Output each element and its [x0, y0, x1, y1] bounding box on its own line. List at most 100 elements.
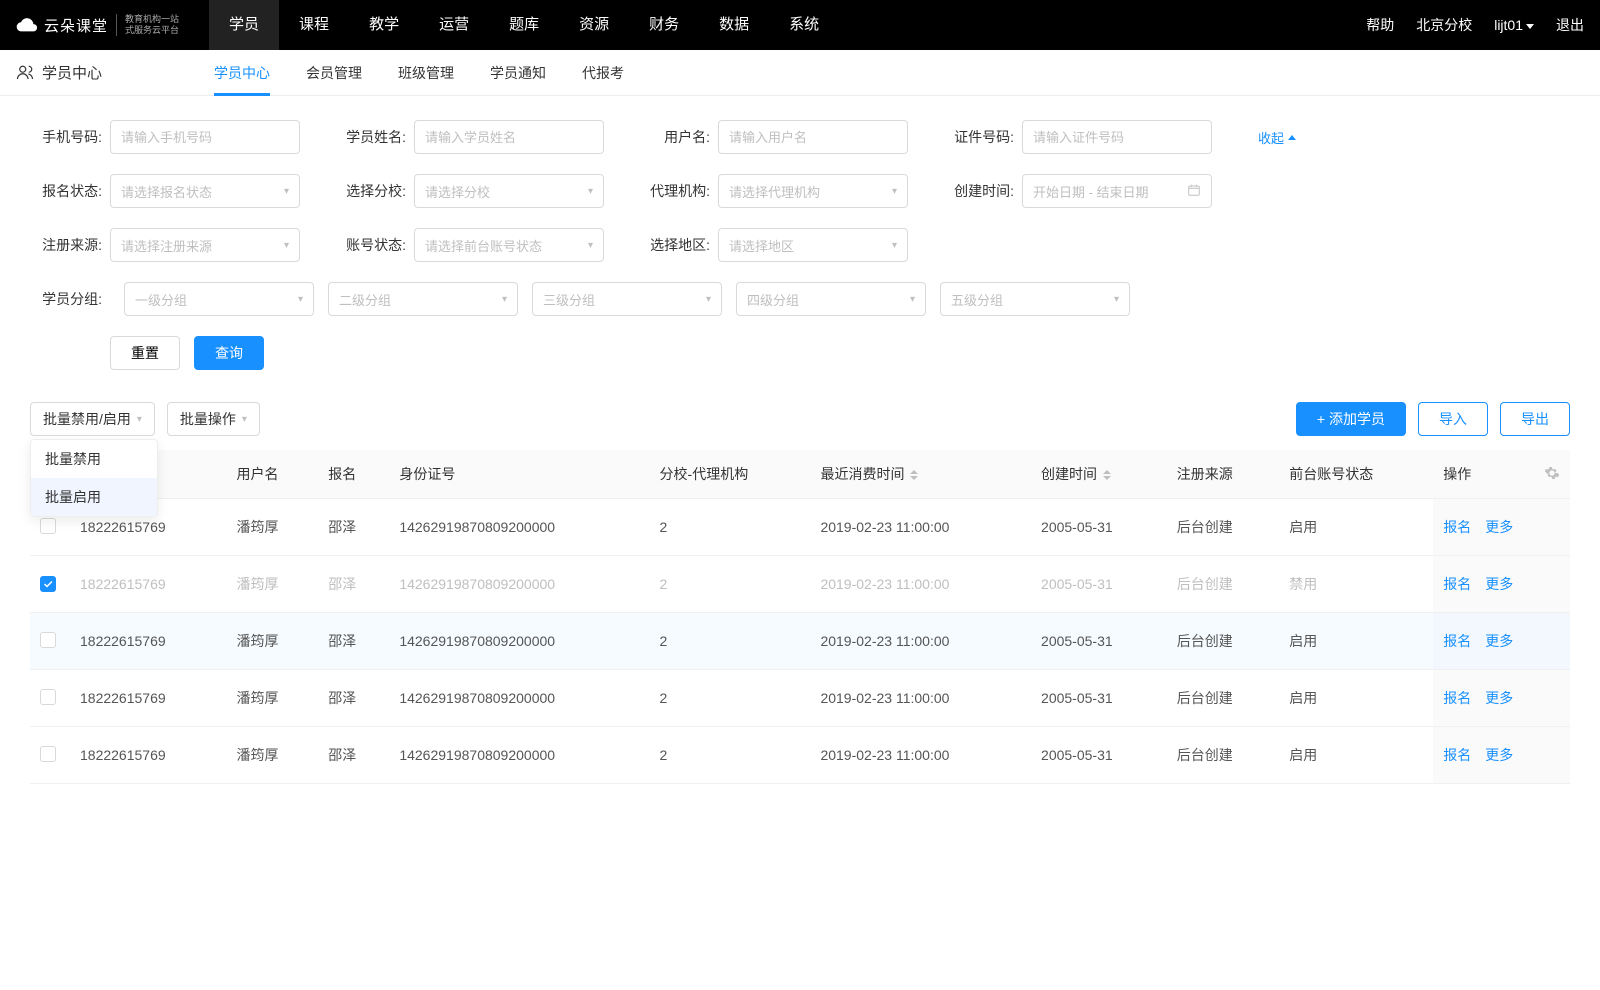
filter-phone: 手机号码:: [30, 120, 300, 154]
cell-reg-source: 后台创建: [1167, 727, 1280, 784]
batch-op-dropdown[interactable]: 批量操作 ▾: [167, 402, 260, 436]
sub-tab-4[interactable]: 代报考: [564, 50, 642, 96]
chevron-down-icon: ▾: [284, 186, 289, 197]
agency-ph: 请选择代理机构: [729, 182, 820, 201]
enroll-status-select[interactable]: 请选择报名状态▾: [110, 174, 300, 208]
filter-create-time: 创建时间: 开始日期 - 结束日期: [942, 174, 1212, 208]
row-enroll-link[interactable]: 报名: [1443, 633, 1471, 649]
calendar-icon: [1187, 183, 1201, 200]
th-settings[interactable]: [1534, 450, 1570, 499]
top-tab-0[interactable]: 学员: [209, 0, 279, 50]
help-link[interactable]: 帮助: [1366, 15, 1394, 35]
group-select-3[interactable]: 三级分组▾: [532, 282, 722, 316]
create-time-label: 创建时间:: [942, 181, 1014, 201]
cell-enroll: 邵泽: [318, 727, 389, 784]
th-create-time[interactable]: 创建时间: [1031, 450, 1167, 499]
username-input-wrap: [718, 120, 908, 154]
row-checkbox[interactable]: [40, 576, 56, 592]
cell-branch: 2: [650, 499, 811, 556]
dropdown-item-1[interactable]: 批量启用: [31, 478, 157, 516]
sub-tab-2[interactable]: 班级管理: [380, 50, 472, 96]
agency-label: 代理机构:: [638, 181, 710, 201]
cell-reg-source: 后台创建: [1167, 670, 1280, 727]
top-tab-6[interactable]: 财务: [629, 0, 699, 50]
group-select-5[interactable]: 五级分组▾: [940, 282, 1130, 316]
region-label: 选择地区:: [638, 235, 710, 255]
batch-toggle-label: 批量禁用/启用: [43, 409, 131, 429]
row-more-link[interactable]: 更多: [1485, 633, 1513, 649]
th-last-consume[interactable]: 最近消费时间: [810, 450, 1031, 499]
account-status-select[interactable]: 请选择前台账号状态▾: [414, 228, 604, 262]
row-checkbox[interactable]: [40, 632, 56, 648]
th-branch: 分校-代理机构: [650, 450, 811, 499]
cell-account-status: 启用: [1279, 613, 1433, 670]
top-tab-5[interactable]: 资源: [559, 0, 629, 50]
create-time-range[interactable]: 开始日期 - 结束日期: [1022, 174, 1212, 208]
reg-source-label: 注册来源:: [30, 235, 102, 255]
sort-icon: [910, 470, 918, 480]
chevron-down-icon: ▾: [892, 186, 897, 197]
row-more-link[interactable]: 更多: [1485, 576, 1513, 592]
reset-button[interactable]: 重置: [110, 336, 180, 370]
filter-idno: 证件号码:: [942, 120, 1212, 154]
filter-username: 用户名:: [638, 120, 908, 154]
row-more-link[interactable]: 更多: [1485, 747, 1513, 763]
chevron-down-icon: ▾: [502, 294, 507, 305]
row-checkbox[interactable]: [40, 689, 56, 705]
phone-input[interactable]: [121, 130, 289, 145]
export-button[interactable]: 导出: [1500, 402, 1570, 436]
logo-text: 云朵课堂: [44, 15, 108, 36]
top-tab-2[interactable]: 教学: [349, 0, 419, 50]
phone-input-wrap: [110, 120, 300, 154]
cell-account-status: 禁用: [1279, 556, 1433, 613]
chevron-down-icon: ▾: [910, 294, 915, 305]
agency-select[interactable]: 请选择代理机构 ▾: [718, 174, 908, 208]
group-select-2[interactable]: 二级分组▾: [328, 282, 518, 316]
top-tab-8[interactable]: 系统: [769, 0, 839, 50]
dropdown-item-0[interactable]: 批量禁用: [31, 440, 157, 478]
row-enroll-link[interactable]: 报名: [1443, 519, 1471, 535]
sub-tab-0[interactable]: 学员中心: [196, 50, 288, 96]
batch-toggle-dropdown[interactable]: 批量禁用/启用 ▾: [30, 402, 155, 436]
idno-input[interactable]: [1033, 130, 1201, 145]
top-tab-1[interactable]: 课程: [279, 0, 349, 50]
create-time-ph: 开始日期 - 结束日期: [1033, 182, 1149, 201]
add-student-button[interactable]: + 添加学员: [1296, 402, 1406, 436]
name-input[interactable]: [425, 130, 593, 145]
sub-nav: 学员中心 学员中心会员管理班级管理学员通知代报考: [0, 50, 1600, 96]
sub-tab-1[interactable]: 会员管理: [288, 50, 380, 96]
cell-create-time: 2005-05-31: [1031, 670, 1167, 727]
region-select[interactable]: 请选择地区▾: [718, 228, 908, 262]
branch-select[interactable]: 请选择分校▾: [414, 174, 604, 208]
group-select-1[interactable]: 一级分组▾: [124, 282, 314, 316]
cell-username: 潘筠厚: [226, 556, 318, 613]
user-menu[interactable]: lijt01: [1494, 17, 1534, 33]
row-more-link[interactable]: 更多: [1485, 690, 1513, 706]
username-input[interactable]: [729, 130, 897, 145]
search-button[interactable]: 查询: [194, 336, 264, 370]
cell-last-consume: 2019-02-23 11:00:00: [810, 556, 1031, 613]
sub-nav-title: 学员中心: [42, 62, 102, 83]
top-tab-3[interactable]: 运营: [419, 0, 489, 50]
th-username: 用户名: [226, 450, 318, 499]
collapse-toggle[interactable]: 收起: [1258, 128, 1296, 147]
row-enroll-link[interactable]: 报名: [1443, 576, 1471, 592]
group-select-4[interactable]: 四级分组▾: [736, 282, 926, 316]
sub-tab-3[interactable]: 学员通知: [472, 50, 564, 96]
cell-op: 报名更多: [1433, 556, 1570, 613]
row-enroll-link[interactable]: 报名: [1443, 690, 1471, 706]
row-checkbox[interactable]: [40, 746, 56, 762]
logout-link[interactable]: 退出: [1556, 15, 1584, 35]
reg-source-select[interactable]: 请选择注册来源▾: [110, 228, 300, 262]
top-tab-7[interactable]: 数据: [699, 0, 769, 50]
cell-username: 潘筠厚: [226, 670, 318, 727]
row-more-link[interactable]: 更多: [1485, 519, 1513, 535]
branch-link[interactable]: 北京分校: [1416, 15, 1472, 35]
collapse-text: 收起: [1258, 128, 1284, 147]
import-button[interactable]: 导入: [1418, 402, 1488, 436]
cell-branch: 2: [650, 670, 811, 727]
top-tab-4[interactable]: 题库: [489, 0, 559, 50]
cell-phone: 18222615769: [70, 727, 226, 784]
row-checkbox[interactable]: [40, 518, 56, 534]
row-enroll-link[interactable]: 报名: [1443, 747, 1471, 763]
